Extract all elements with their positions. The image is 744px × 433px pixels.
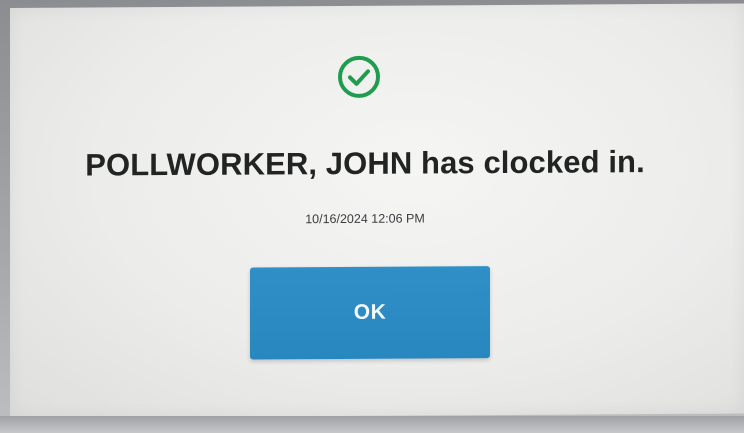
clock-in-timestamp: 10/16/2024 12:06 PM [305, 211, 425, 227]
confirmation-message: POLLWORKER, JOHN has clocked in. [85, 144, 645, 183]
clock-in-confirmation-dialog: POLLWORKER, JOHN has clocked in. 10/16/2… [10, 4, 744, 418]
ok-button[interactable]: OK [250, 266, 490, 360]
ok-button-label: OK [353, 300, 387, 324]
photo-frame: POLLWORKER, JOHN has clocked in. 10/16/2… [0, 0, 744, 433]
screen: POLLWORKER, JOHN has clocked in. 10/16/2… [10, 3, 744, 418]
check-circle-icon [334, 52, 384, 102]
screen-bezel [0, 416, 744, 433]
